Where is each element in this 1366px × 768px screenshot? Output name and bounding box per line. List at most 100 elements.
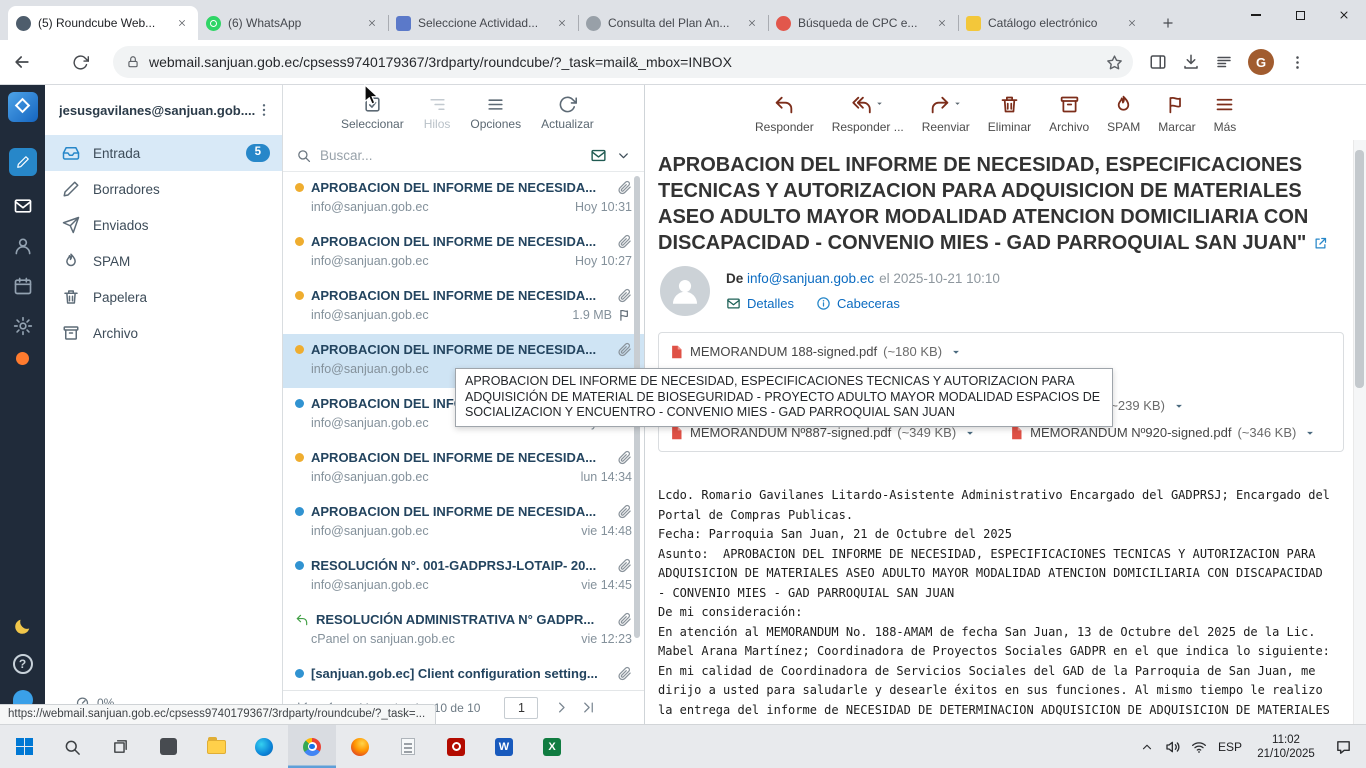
message-scrollbar-track[interactable] (1353, 140, 1366, 724)
nav-mail-icon[interactable] (13, 196, 33, 216)
minimize-button[interactable] (1234, 0, 1278, 30)
sidebar-item-borradores[interactable]: Borradores (45, 171, 282, 207)
tab-busqueda-cpc[interactable]: Búsqueda de CPC e... (768, 6, 958, 40)
message-row[interactable]: APROBACION DEL INFORME DE NECESIDA... in… (283, 442, 644, 496)
taskbar-search-icon[interactable] (48, 725, 96, 768)
back-icon[interactable] (12, 52, 32, 72)
browser-menu-icon[interactable] (1289, 54, 1306, 71)
message-row[interactable]: RESOLUCIÓN N°. 001-GADPRSJ-LOTAIP- 20...… (283, 550, 644, 604)
message-row[interactable]: APROBACION DEL INFORME DE NECESIDA... in… (283, 226, 644, 280)
caret-down-icon[interactable] (949, 345, 963, 359)
attachment-item[interactable]: MEMORANDUM Nº920-signed.pdf (~346 KB) (1009, 425, 1317, 441)
compose-button[interactable] (9, 148, 37, 176)
nav-contacts-icon[interactable] (13, 236, 33, 256)
dark-mode-moon-icon[interactable] (13, 617, 32, 636)
attachment-item[interactable]: MEMORANDUM Nº887-signed.pdf (~349 KB) (669, 425, 977, 441)
message-row[interactable]: RESOLUCIÓN ADMINISTRATIVA N° GADPR... cP… (283, 604, 644, 658)
message-row[interactable]: APROBACION DEL INFORME DE NECESIDA... in… (283, 172, 644, 226)
tab-close-icon[interactable] (1124, 15, 1140, 31)
reply-all-button[interactable]: Responder ... (832, 94, 904, 134)
details-link[interactable]: Detalles (726, 296, 794, 311)
sidebar-item-archivo[interactable]: Archivo (45, 315, 282, 351)
search-input[interactable] (320, 148, 581, 163)
task-view-icon[interactable] (96, 725, 144, 768)
tab-seleccione-actividad[interactable]: Seleccione Actividad... (388, 6, 578, 40)
tab-roundcube[interactable]: (5) Roundcube Web... (8, 6, 198, 40)
close-window-button[interactable] (1322, 0, 1366, 30)
acrobat-icon[interactable] (432, 725, 480, 768)
message-row[interactable]: APROBACION DEL INFORME DE NECESIDA... in… (283, 496, 644, 550)
download-icon[interactable] (1182, 53, 1200, 71)
attachment-item[interactable]: MEMORANDUM 188-signed.pdf (~180 KB) (669, 338, 1333, 365)
word-icon[interactable]: W (480, 725, 528, 768)
archive-button[interactable]: Archivo (1049, 94, 1089, 134)
next-page-icon[interactable] (554, 700, 569, 715)
taskbar-clock[interactable]: 11:02 21/10/2025 (1248, 733, 1324, 761)
edge-icon[interactable] (240, 725, 288, 768)
options-button[interactable]: Opciones (470, 95, 521, 131)
file-explorer-icon[interactable] (192, 725, 240, 768)
address-bar[interactable]: webmail.sanjuan.gob.ec/cpsess9740179367/… (113, 46, 1133, 78)
tab-close-icon[interactable] (554, 15, 570, 31)
volume-icon[interactable] (1160, 739, 1186, 755)
maximize-button[interactable] (1278, 0, 1322, 30)
notepad-icon[interactable] (384, 725, 432, 768)
more-button[interactable]: Más (1214, 94, 1237, 134)
sidebar-item-entrada[interactable]: Entrada 5 (45, 135, 282, 171)
message-scrollbar-thumb[interactable] (1355, 150, 1364, 388)
bookmark-star-icon[interactable] (1106, 54, 1123, 71)
start-button[interactable] (0, 725, 48, 768)
select-button[interactable]: Seleccionar (341, 95, 404, 131)
chevron-down-icon[interactable] (616, 148, 631, 163)
reply-button[interactable]: Responder (755, 94, 814, 134)
caret-down-icon[interactable] (1172, 399, 1186, 413)
envelope-icon[interactable] (590, 147, 607, 164)
tab-close-icon[interactable] (364, 15, 380, 31)
action-center-icon[interactable] (1324, 739, 1362, 756)
mark-button[interactable]: Marcar (1158, 94, 1195, 134)
hidden-icons-chevron[interactable] (1134, 740, 1160, 754)
lock-icon[interactable] (126, 55, 140, 69)
external-link-icon[interactable] (1313, 236, 1328, 251)
firefox-icon[interactable] (336, 725, 384, 768)
message-row[interactable]: [sanjuan.gob.ec] Client configuration se… (283, 658, 644, 690)
flag-icon[interactable] (618, 308, 632, 322)
cpanel-icon[interactable] (16, 352, 29, 365)
side-panel-icon[interactable] (1149, 53, 1167, 71)
taskbar-app-icon-1[interactable] (144, 725, 192, 768)
caret-down-icon[interactable] (1303, 426, 1317, 440)
tab-catalogo-electronico[interactable]: Catálogo electrónico (958, 6, 1148, 40)
tab-consulta-plan[interactable]: Consulta del Plan An... (578, 6, 768, 40)
page-number-input[interactable] (504, 697, 538, 719)
sidebar-item-spam[interactable]: SPAM (45, 243, 282, 279)
chrome-icon[interactable] (288, 725, 336, 768)
reload-icon[interactable] (72, 54, 89, 71)
sidebar-item-enviados[interactable]: Enviados (45, 207, 282, 243)
tab-close-icon[interactable] (744, 15, 760, 31)
spam-button[interactable]: SPAM (1107, 94, 1140, 134)
forward-button[interactable]: Reenviar (922, 94, 970, 134)
headers-link[interactable]: Cabeceras (816, 296, 900, 311)
sender-address[interactable]: info@sanjuan.gob.ec (747, 271, 874, 286)
attachment-clip-icon (617, 450, 632, 465)
new-tab-button[interactable] (1154, 9, 1182, 37)
tab-close-icon[interactable] (174, 15, 190, 31)
last-page-icon[interactable] (581, 700, 596, 715)
nav-calendar-icon[interactable] (13, 276, 33, 296)
delete-button[interactable]: Eliminar (988, 94, 1031, 134)
caret-down-icon[interactable] (963, 426, 977, 440)
profile-avatar[interactable]: G (1248, 49, 1274, 75)
settings-gear-icon[interactable] (13, 316, 33, 336)
tab-close-icon[interactable] (934, 15, 950, 31)
refresh-button[interactable]: Actualizar (541, 95, 594, 131)
threads-button[interactable]: Hilos (424, 95, 451, 131)
help-icon[interactable]: ? (13, 654, 33, 674)
network-icon[interactable] (1186, 739, 1212, 755)
reading-list-icon[interactable] (1215, 53, 1233, 71)
language-indicator[interactable]: ESP (1212, 740, 1248, 754)
message-row[interactable]: APROBACION DEL INFORME DE NECESIDA... in… (283, 280, 644, 334)
tab-whatsapp[interactable]: (6) WhatsApp (198, 6, 388, 40)
excel-icon[interactable]: X (528, 725, 576, 768)
sidebar-item-papelera[interactable]: Papelera (45, 279, 282, 315)
account-menu-icon[interactable] (256, 102, 272, 118)
